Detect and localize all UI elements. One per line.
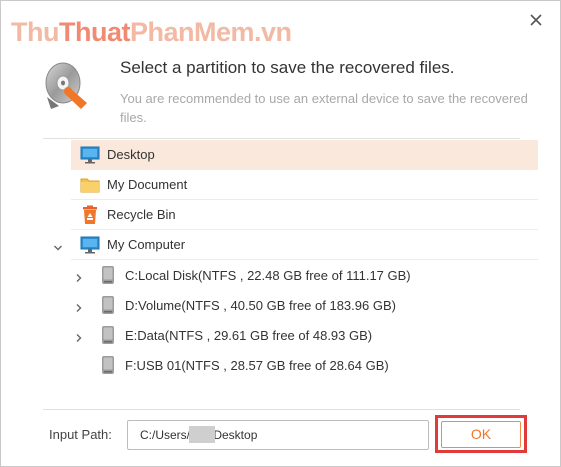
monitor-icon xyxy=(79,235,101,255)
ok-button[interactable]: OK xyxy=(441,421,521,448)
top-divider xyxy=(43,138,520,139)
tree-item-label: Desktop xyxy=(107,147,155,162)
tree-item-my-document[interactable]: My Document xyxy=(71,170,538,200)
tree-item-label: C:Local Disk(NTFS , 22.48 GB free of 111… xyxy=(125,267,411,283)
monitor-icon xyxy=(79,145,101,165)
dialog-subtitle: You are recommended to use an external d… xyxy=(120,91,528,125)
hard-drive-icon xyxy=(97,325,119,345)
hard-drive-icon xyxy=(97,355,119,375)
recycle-bin-icon xyxy=(79,205,101,225)
tree-item-drive-e[interactable]: E:Data(NTFS , 29.61 GB free of 48.93 GB) xyxy=(71,320,401,350)
save-partition-dialog: ThuThuatPhanMem.vn Select a partition to… xyxy=(0,0,561,467)
folder-icon xyxy=(79,175,101,195)
tree-item-label: E:Data(NTFS , 29.61 GB free of 48.93 GB) xyxy=(125,327,373,343)
tree-item-label: My Computer xyxy=(107,237,186,252)
tree-item-recycle-bin[interactable]: Recycle Bin xyxy=(71,200,538,230)
tree-item-label: My Document xyxy=(107,177,188,192)
tree-item-label: F:USB 01(NTFS , 28.57 GB free of 28.64 G… xyxy=(125,357,389,373)
tree-item-drive-c[interactable]: C:Local Disk(NTFS , 22.48 GB free of 111… xyxy=(71,260,411,290)
input-path-field[interactable] xyxy=(127,420,429,450)
hard-drive-icon xyxy=(97,265,119,285)
close-icon[interactable] xyxy=(528,12,544,28)
watermark-part-3: PhanMem.vn xyxy=(129,17,292,47)
bottom-divider xyxy=(43,409,520,410)
site-watermark: ThuThuatPhanMem.vn xyxy=(11,17,292,48)
disk-recovery-icon xyxy=(41,59,91,115)
chevron-down-icon[interactable] xyxy=(53,240,63,251)
watermark-part-2: Thuat xyxy=(58,17,131,47)
tree-item-drive-f[interactable]: F:USB 01(NTFS , 28.57 GB free of 28.64 G… xyxy=(71,350,401,380)
dialog-title: Select a partition to save the recovered… xyxy=(120,58,455,77)
redacted-username xyxy=(189,426,215,443)
tree-item-desktop[interactable]: Desktop xyxy=(71,140,538,170)
tree-item-label: Recycle Bin xyxy=(107,207,176,222)
hard-drive-icon xyxy=(97,295,119,315)
tree-item-drive-d[interactable]: D:Volume(NTFS , 40.50 GB free of 183.96 … xyxy=(71,290,401,320)
input-path-label: Input Path: xyxy=(49,427,112,442)
tree-item-my-computer[interactable]: My Computer xyxy=(71,230,538,260)
tree-item-label: D:Volume(NTFS , 40.50 GB free of 183.96 … xyxy=(125,297,396,313)
watermark-part-1: Thu xyxy=(11,17,59,47)
